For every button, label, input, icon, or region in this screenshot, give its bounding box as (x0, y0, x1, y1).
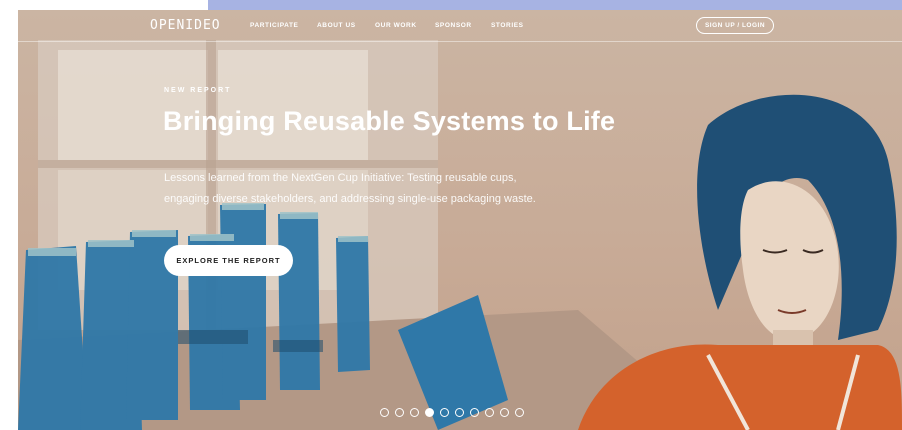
nav-link-stories[interactable]: STORIES (491, 22, 524, 29)
carousel-dot[interactable] (455, 408, 464, 417)
hero-illustration (18, 40, 902, 430)
carousel-dot[interactable] (425, 408, 434, 417)
carousel-dot[interactable] (485, 408, 494, 417)
openideo-logo[interactable]: OPENIDEO (150, 18, 221, 33)
hero-title: Bringing Reusable Systems to Life (163, 106, 616, 136)
nav-link-about-us[interactable]: ABOUT US (317, 22, 356, 29)
explore-report-button[interactable]: EXPLORE THE REPORT (164, 245, 293, 276)
carousel-dot[interactable] (440, 408, 449, 417)
carousel-dot[interactable] (470, 408, 479, 417)
hero-eyebrow: NEW REPORT (164, 87, 232, 94)
hero-banner: OPENIDEO PARTICIPATE ABOUT US OUR WORK S… (18, 10, 902, 430)
nav-link-participate[interactable]: PARTICIPATE (250, 22, 299, 29)
carousel-dot[interactable] (380, 408, 389, 417)
carousel-dot[interactable] (395, 408, 404, 417)
carousel-dot[interactable] (500, 408, 509, 417)
nav-link-our-work[interactable]: OUR WORK (375, 22, 417, 29)
hero-description: Lessons learned from the NextGen Cup Ini… (164, 172, 536, 205)
carousel-dot[interactable] (410, 408, 419, 417)
top-navigation: OPENIDEO PARTICIPATE ABOUT US OUR WORK S… (18, 10, 902, 42)
signup-login-button[interactable]: SIGN UP / LOGIN (696, 17, 774, 34)
nav-link-sponsor[interactable]: SPONSOR (435, 22, 472, 29)
carousel-dot[interactable] (515, 408, 524, 417)
carousel-dots (380, 408, 524, 417)
